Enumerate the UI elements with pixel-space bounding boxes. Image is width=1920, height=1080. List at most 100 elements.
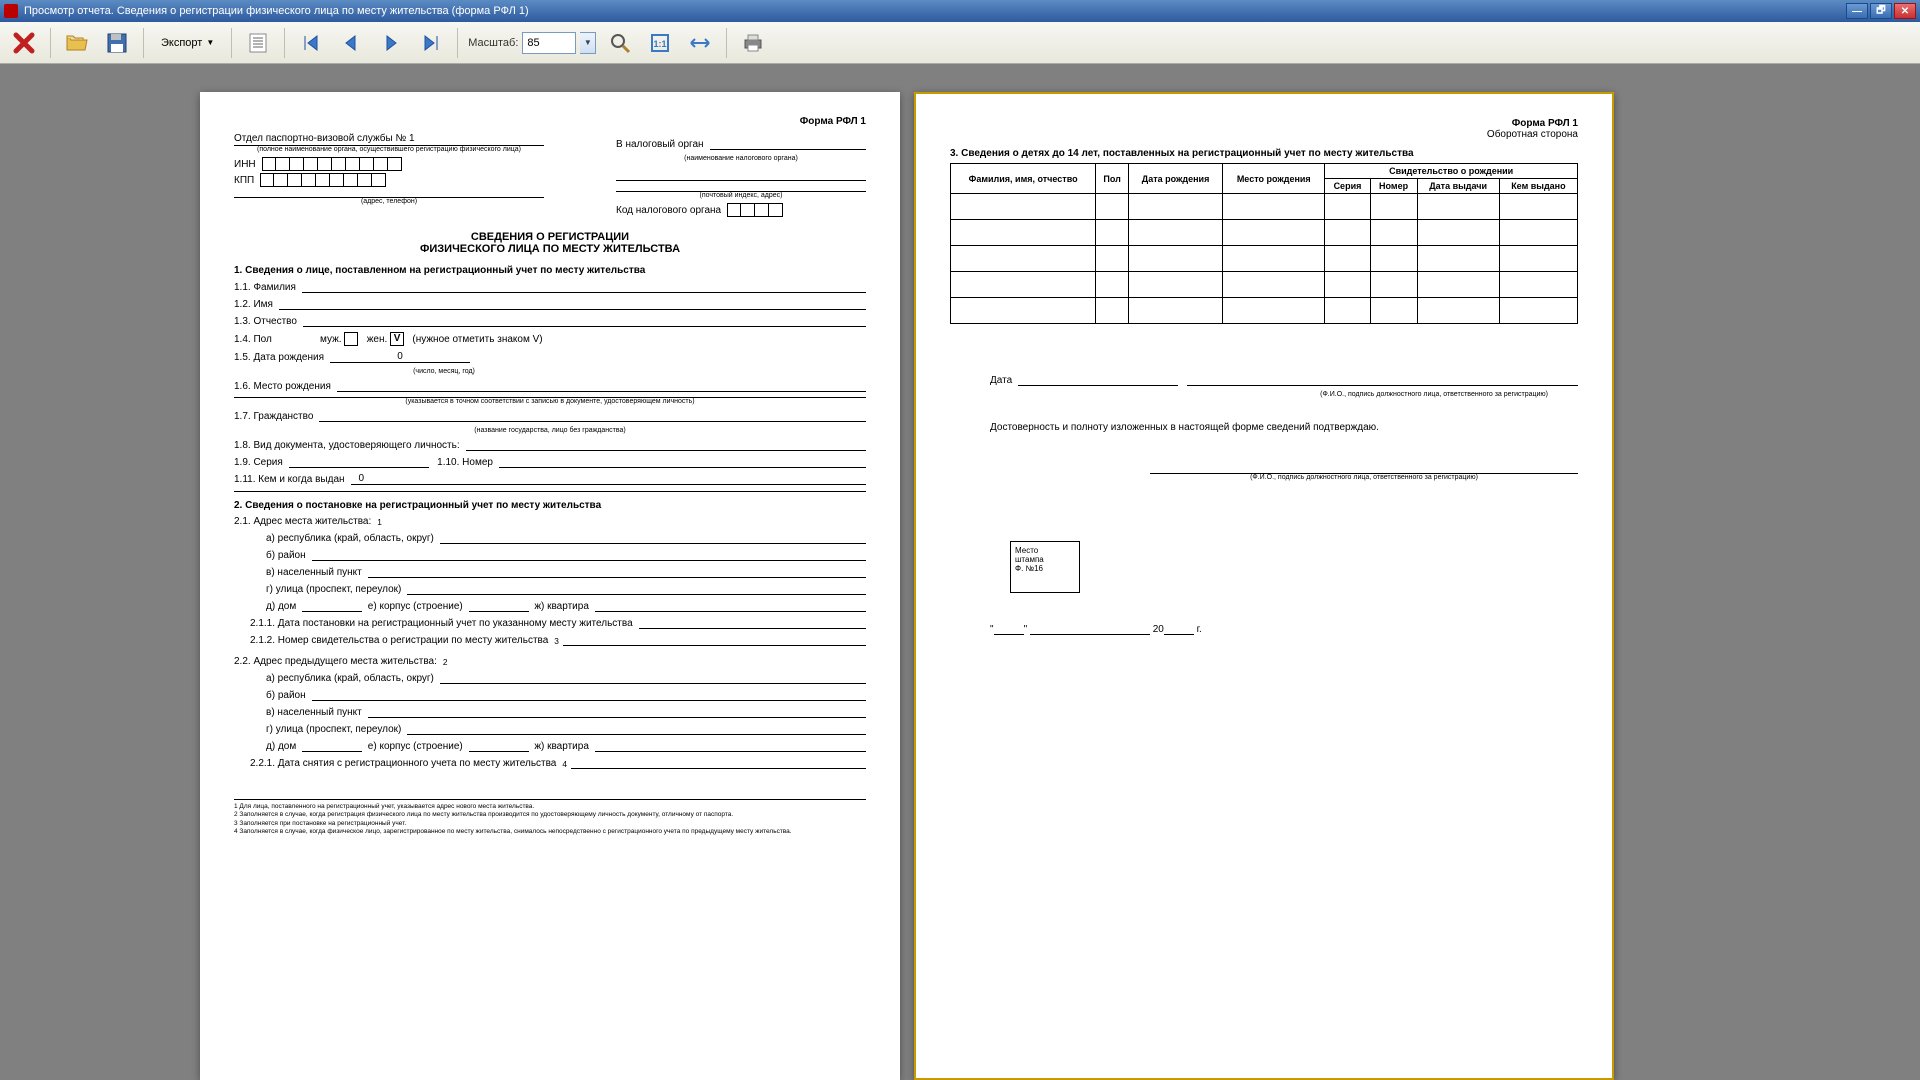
addr2-d: д) дом <box>266 741 296 752</box>
dept-line: Отдел паспортно-визовой службы № 1 <box>234 133 544 146</box>
form-code-2: Форма РФЛ 1 <box>950 118 1578 129</box>
reverse-side: Оборотная сторона <box>950 129 1578 140</box>
addr-e: е) корпус (строение) <box>368 601 463 612</box>
footnote-3: 3 Заполняется при постановке на регистра… <box>234 820 866 828</box>
nav-first-icon <box>301 33 321 53</box>
table-row <box>951 246 1578 272</box>
th-issued-by: Кем выдано <box>1499 179 1577 194</box>
inn-label: ИНН <box>234 159 256 170</box>
form-title-2: ФИЗИЧЕСКОГО ЛИЦА ПО МЕСТУ ЖИТЕЛЬСТВА <box>234 243 866 255</box>
close-button[interactable]: ✕ <box>1894 3 1916 19</box>
maximize-button[interactable]: 🗗 <box>1870 3 1892 19</box>
stamp-1: Место <box>1015 546 1075 555</box>
addr2-v: в) населенный пункт <box>266 707 362 718</box>
field-2-1: 2.1. Адрес места жительства: <box>234 516 371 527</box>
sig-note-1: (Ф.И.О., подпись должностного лица, отве… <box>950 391 1548 398</box>
app-icon <box>4 4 18 18</box>
window-titlebar: Просмотр отчета. Сведения о регистрации … <box>0 0 1920 22</box>
close-report-button[interactable] <box>8 27 40 59</box>
confirm-text: Достоверность и полноту изложенных в нас… <box>990 422 1578 433</box>
table-row <box>951 194 1578 220</box>
addr-note: (адрес, телефон) <box>234 198 544 205</box>
first-page-button[interactable] <box>295 27 327 59</box>
field-1-6: 1.6. Место рождения <box>234 381 331 392</box>
field-1-10: 1.10. Номер <box>437 457 493 468</box>
zoom-fit-button[interactable]: 1:1 <box>644 27 676 59</box>
mark-note: (нужное отметить знаком V) <box>412 334 542 345</box>
year-g: г. <box>1197 624 1202 635</box>
sup-3: 3 <box>554 636 559 646</box>
section-1: 1. Сведения о лице, поставленном на реги… <box>234 265 866 276</box>
open-button[interactable] <box>61 27 93 59</box>
postal-note: (почтовый индекс, адрес) <box>616 192 866 199</box>
prev-page-button[interactable] <box>335 27 367 59</box>
quote-close: " <box>1024 624 1028 635</box>
tax-code-label: Код налогового органа <box>616 205 721 216</box>
folder-open-icon <box>65 31 89 55</box>
field-1-8: 1.8. Вид документа, удостоверяющего личн… <box>234 440 460 451</box>
zoom-dropdown-button[interactable]: ▼ <box>580 32 596 54</box>
field-1-4: 1.4. Пол <box>234 334 314 345</box>
nav-last-icon <box>421 33 441 53</box>
kpp-label: КПП <box>234 175 254 186</box>
footnote-2: 2 Заполняется в случае, когда регистраци… <box>234 811 866 819</box>
f17-note: (название государства, лицо без гражданс… <box>234 427 866 434</box>
zoom-tool-button[interactable] <box>604 27 636 59</box>
next-page-button[interactable] <box>375 27 407 59</box>
floppy-disk-icon <box>105 31 129 55</box>
print-button[interactable] <box>737 27 769 59</box>
th-issue-date: Дата выдачи <box>1417 179 1499 194</box>
footnote-4: 4 Заполняется в случае, когда физическое… <box>234 828 866 836</box>
page-settings-button[interactable] <box>242 27 274 59</box>
stamp-3: Ф. №16 <box>1015 564 1075 573</box>
field-1-2: 1.2. Имя <box>234 299 273 310</box>
window-title: Просмотр отчета. Сведения о регистрации … <box>24 5 1846 17</box>
addr-b: б) район <box>266 550 306 561</box>
th-dob: Дата рождения <box>1128 164 1222 194</box>
field-2-2-1: 2.2.1. Дата снятия с регистрационного уч… <box>250 758 556 769</box>
nav-prev-icon <box>341 33 361 53</box>
addr-d: д) дом <box>266 601 296 612</box>
stamp-2: штампа <box>1015 555 1075 564</box>
th-pob: Место рождения <box>1223 164 1325 194</box>
last-page-button[interactable] <box>415 27 447 59</box>
report-page-2[interactable]: Форма РФЛ 1 Оборотная сторона 3. Сведени… <box>914 92 1614 1080</box>
female-label: жен. <box>367 334 388 345</box>
addr2-g: г) улица (проспект, переулок) <box>266 724 401 735</box>
sup-4: 4 <box>562 759 567 769</box>
addr2-e: е) корпус (строение) <box>368 741 463 752</box>
export-dropdown[interactable]: Экспорт ▼ <box>154 32 221 54</box>
toolbar: Экспорт ▼ Масштаб: ▼ 1:1 <box>0 22 1920 64</box>
addr2-a: а) республика (край, область, округ) <box>266 673 434 684</box>
zoom-input[interactable] <box>522 32 576 54</box>
save-button[interactable] <box>101 27 133 59</box>
printer-icon <box>741 31 765 55</box>
table-row <box>951 272 1578 298</box>
year-20: 20 <box>1153 624 1164 635</box>
field-1-1: 1.1. Фамилия <box>234 282 296 293</box>
field-1-9: 1.9. Серия <box>234 457 283 468</box>
report-workspace[interactable]: Форма РФЛ 1 Отдел паспортно-визовой служ… <box>0 64 1920 1080</box>
close-x-icon <box>12 31 36 55</box>
sup-1: 1 <box>377 517 382 527</box>
tax-code-cells <box>727 203 783 217</box>
field-1-7: 1.7. Гражданство <box>234 411 313 422</box>
th-fio: Фамилия, имя, отчество <box>951 164 1096 194</box>
zoom-label: Масштаб: <box>468 37 518 49</box>
f16-note: (указывается в точном соответствии с зап… <box>234 398 866 405</box>
dob-note: (число, месяц, год) <box>374 368 514 375</box>
th-cert: Свидетельство о рождении <box>1325 164 1578 179</box>
zoom-width-button[interactable] <box>684 27 716 59</box>
field-2-1-1: 2.1.1. Дата постановки на регистрационны… <box>250 618 633 629</box>
addr-a: а) республика (край, область, округ) <box>266 533 434 544</box>
field-1-5: 1.5. Дата рождения <box>234 352 324 363</box>
page-lines-icon <box>246 31 270 55</box>
minimize-button[interactable]: — <box>1846 3 1868 19</box>
dob-value: 0 <box>330 351 470 363</box>
addr-zh: ж) квартира <box>534 601 589 612</box>
export-label: Экспорт <box>161 37 202 49</box>
th-sex: Пол <box>1096 164 1129 194</box>
dept-note: (полное наименование органа, осуществивш… <box>234 146 544 153</box>
field-2-2: 2.2. Адрес предыдущего места жительства: <box>234 656 437 667</box>
section-2: 2. Сведения о постановке на регистрацион… <box>234 500 866 511</box>
